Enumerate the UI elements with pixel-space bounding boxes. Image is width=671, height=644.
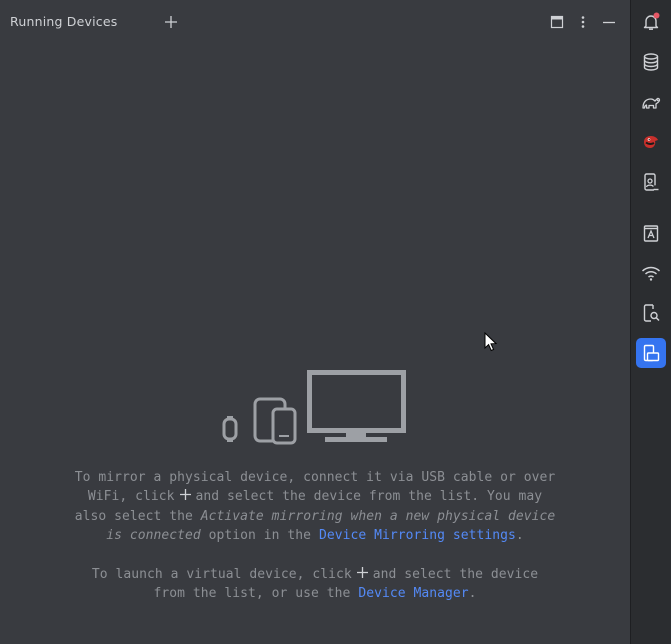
gradle-elephant-icon: [642, 97, 661, 109]
device-explorer-button[interactable]: [636, 167, 666, 197]
minimize-button[interactable]: [598, 11, 620, 33]
instruction-text: To mirror a physical device, connect it …: [74, 470, 556, 485]
instruction-line: is connected option in the Device Mirror…: [40, 526, 590, 545]
instruction-line: also select the Activate mirroring when …: [40, 507, 590, 526]
instruction-text: and select the device from the list. You…: [195, 489, 543, 505]
instruction-line: To launch a virtual device, click and sel…: [40, 565, 590, 584]
wifi-button[interactable]: [636, 258, 666, 288]
device-inspector-button[interactable]: [636, 298, 666, 328]
database-icon: [643, 53, 659, 71]
red-bird-plugin-button[interactable]: [636, 127, 666, 157]
panel-title: Running Devices: [10, 14, 118, 29]
minimize-icon: [603, 21, 615, 24]
instruction-line: from the list, or use the Device Manager…: [40, 584, 590, 603]
logcat-icon: [643, 225, 659, 242]
red-bird-plugin-icon: [644, 136, 658, 148]
phone-icon: [271, 407, 297, 445]
device-manager-link[interactable]: Device Manager: [358, 586, 468, 601]
plus-icon: [165, 16, 177, 28]
maximize-icon: [550, 15, 564, 29]
options-button[interactable]: [572, 11, 594, 33]
gradle-button[interactable]: [636, 87, 666, 117]
vertical-ellipsis-icon: [581, 16, 585, 28]
right-tool-window-bar: [631, 0, 671, 644]
device-mirroring-settings-link[interactable]: Device Mirroring settings: [319, 528, 516, 543]
activate-mirroring-option-text: Activate mirroring when a new physical d…: [200, 508, 556, 524]
mouse-cursor-icon: [484, 332, 498, 352]
running-devices-panel: Running Devices To mirror a physical dev…: [0, 0, 630, 644]
instruction-text: and select the device: [372, 567, 539, 582]
instruction-text: To launch a virtual device, click: [91, 567, 352, 582]
device-inspector-icon: [643, 304, 660, 322]
instruction-line: To mirror a physical device, connect it …: [40, 468, 590, 487]
instruction-text: also select the: [74, 508, 193, 524]
logcat-button[interactable]: [636, 218, 666, 248]
watch-icon: [222, 416, 238, 442]
notifications-icon: [643, 12, 660, 30]
instruction-text: .: [515, 527, 524, 543]
plus-icon: [356, 567, 368, 578]
running-devices-button[interactable]: [636, 338, 666, 368]
device-explorer-icon: [644, 173, 660, 192]
maximize-button[interactable]: [546, 11, 568, 33]
activate-mirroring-option-text: is connected: [106, 527, 201, 543]
instruction-line: WiFi, click and select the device from th…: [40, 487, 590, 506]
virtual-device-instructions: To launch a virtual device, click and sel…: [40, 565, 590, 604]
instruction-text: option in the: [208, 527, 312, 543]
add-device-button[interactable]: [160, 11, 182, 33]
notification-badge: [653, 12, 660, 19]
mirror-instructions: To mirror a physical device, connect it …: [40, 468, 590, 545]
plus-icon: [179, 489, 191, 501]
instruction-text: .: [468, 586, 477, 602]
wifi-icon: [641, 266, 661, 281]
tv-monitor-icon: [307, 370, 406, 442]
devices-illustration: [222, 370, 406, 445]
instruction-text: WiFi, click: [87, 489, 175, 505]
instruction-text: from the list, or use the: [153, 586, 351, 602]
running-devices-icon: [643, 344, 660, 362]
database-button[interactable]: [636, 47, 666, 77]
panel-header: Running Devices: [0, 0, 630, 42]
notifications-button[interactable]: [636, 7, 666, 37]
